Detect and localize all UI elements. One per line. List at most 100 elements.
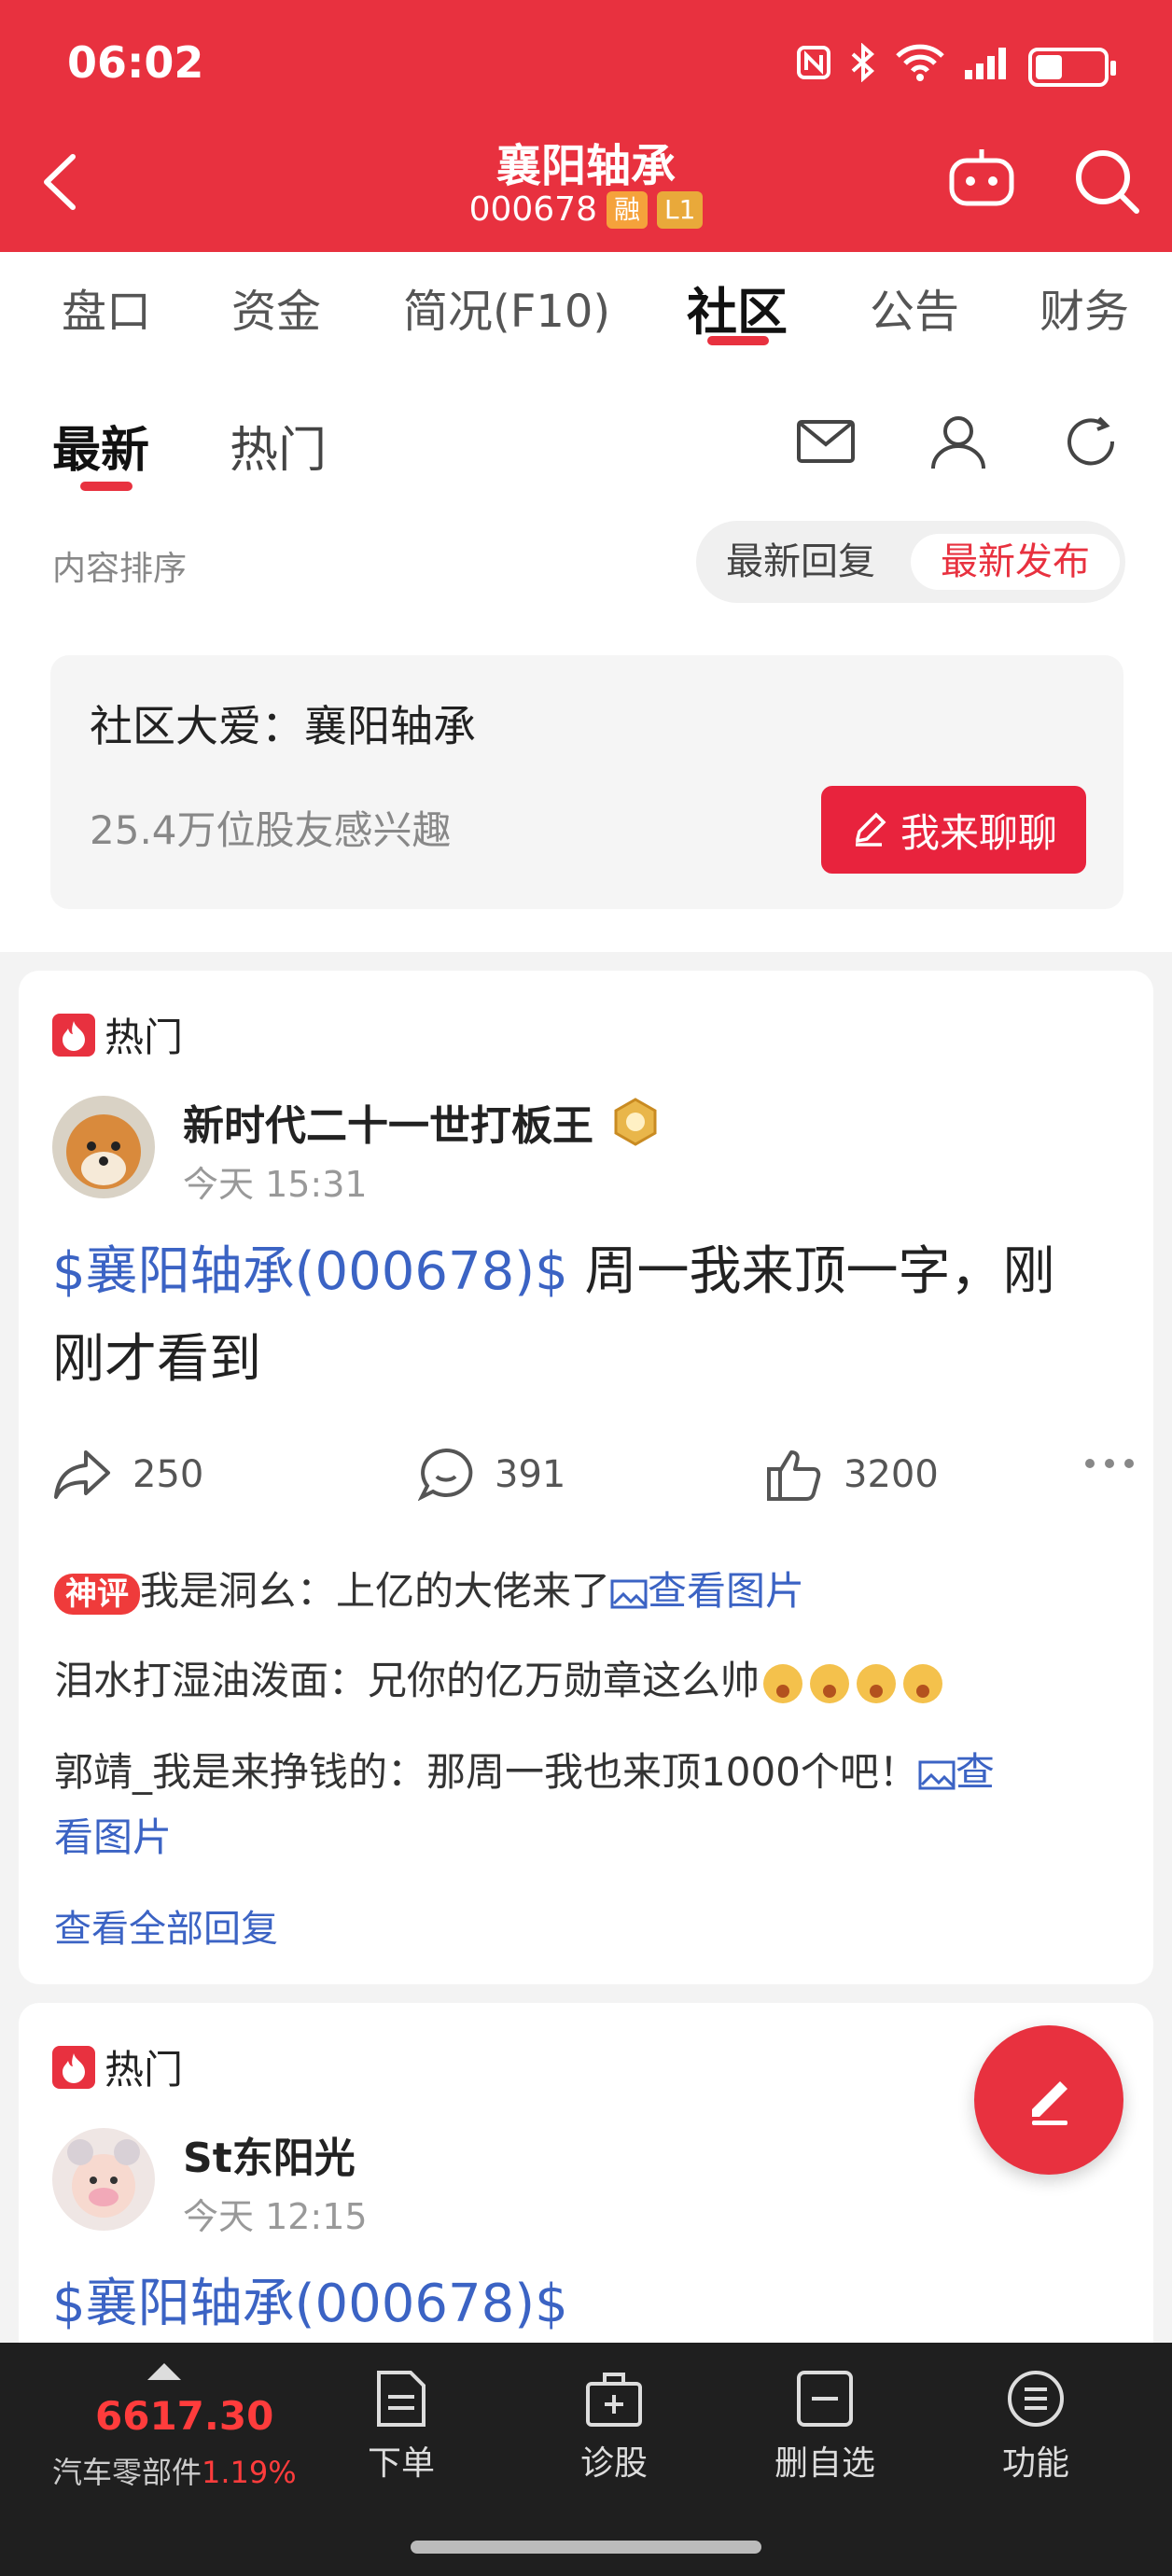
shiba-avatar-icon — [52, 1096, 155, 1198]
community-love-title: 社区大爱：襄阳轴承 — [90, 701, 476, 751]
section-tabs: 盘口 资金 简况(F10) 社区 公告 财务 — [0, 252, 1172, 364]
view-image-label-end: 看图片 — [54, 1814, 173, 1860]
level-badge: L1 — [657, 190, 704, 229]
chat-button-label: 我来聊聊 — [900, 809, 1057, 856]
tab-finance[interactable]: 财务 — [1039, 274, 1129, 340]
home-indicator[interactable] — [411, 2541, 761, 2554]
pencil-icon — [1032, 2081, 1067, 2125]
nfc-icon — [795, 44, 832, 90]
reply-user[interactable]: 我是洞幺 — [140, 1568, 297, 1614]
share-count: 250 — [133, 1453, 204, 1496]
comment-button[interactable]: 391 — [418, 1447, 565, 1503]
medal-icon — [614, 1098, 657, 1146]
mail-icon — [797, 420, 855, 463]
sort-toggle: 最新回复 最新发布 — [696, 521, 1125, 603]
sort-label: 内容排序 — [52, 550, 188, 588]
subtab-latest[interactable]: 最新 — [52, 411, 149, 481]
shocked-emoji-icon — [857, 1663, 897, 1703]
share-button[interactable]: 250 — [52, 1447, 203, 1503]
like-count: 3200 — [844, 1453, 939, 1496]
reply-text: ：上亿的大佬来了 — [297, 1568, 611, 1614]
flame-icon — [52, 2045, 95, 2089]
more-options-icon[interactable] — [1084, 1458, 1135, 1469]
nav-diagnose-label: 诊股 — [579, 2444, 648, 2483]
post-author[interactable]: St东阳光 — [183, 2124, 356, 2184]
reply-item[interactable]: 神评 我是洞幺：上亿的大佬来了 查看图片 — [54, 1559, 1127, 1624]
chat-button[interactable]: 我来聊聊 — [821, 786, 1086, 874]
bottom-bar: 6617.30 汽车零部件1.19% 下单 诊股 删自选 功能 — [0, 2343, 1172, 2576]
shocked-emoji-icon — [810, 1663, 850, 1703]
reply-text: ：兄你的亿万勋章这么帅 — [328, 1658, 760, 1703]
interest-count: 25.4万位股友感兴趣 — [90, 807, 452, 853]
subtab-hot[interactable]: 热门 — [230, 411, 327, 481]
nav-diagnose[interactable]: 诊股 — [539, 2369, 689, 2485]
community-love-card: 社区大爱：襄阳轴承 25.4万位股友感兴趣 我来聊聊 — [50, 655, 1123, 909]
post-author[interactable]: 新时代二十一世打板王 — [183, 1092, 661, 1152]
sort-latest-reply[interactable]: 最新回复 — [696, 534, 905, 590]
subtab-indicator — [80, 482, 133, 491]
reply-user[interactable]: 郭靖_我是来挣钱的 — [54, 1749, 387, 1795]
reply-item[interactable]: 泪水打湿油泼面：兄你的亿万勋章这么帅 — [54, 1648, 1127, 1714]
wifi-icon — [894, 43, 946, 91]
reply-item[interactable]: 郭靖_我是来挣钱的：那周一我也来顶1000个吧！ 查看图片 — [54, 1740, 1127, 1870]
sector-index-value[interactable]: 6617.30 — [95, 2393, 273, 2439]
post-content[interactable]: $襄阳轴承(000678)$ 周一我来顶一字，刚 刚才看到 — [52, 1228, 1125, 1404]
avatar[interactable] — [52, 2128, 155, 2231]
nav-order[interactable]: 下单 — [327, 2369, 476, 2485]
app-root: 06:02 襄阳轴承 000678 融 L1 盘口 资金 简况(F10) 社区 … — [0, 0, 1172, 2576]
view-all-replies-link[interactable]: 查看全部回复 — [54, 1898, 278, 1953]
post-text-line1: 周一我来顶一字，刚 — [567, 1241, 1055, 1302]
post-card[interactable]: 热门 新时代二十一世打板王 今天 15:31 $襄阳轴承(000678)$ 周一… — [19, 971, 1153, 1984]
post-time: 今天 15:31 — [183, 1164, 368, 1205]
like-button[interactable]: 3200 — [765, 1447, 939, 1503]
post-time: 今天 12:15 — [183, 2196, 368, 2237]
message-button[interactable] — [795, 411, 857, 472]
tab-announcement[interactable]: 公告 — [870, 274, 959, 340]
nav-functions-label: 功能 — [1001, 2444, 1069, 2483]
bluetooth-icon — [849, 42, 877, 91]
active-tab-indicator — [707, 336, 769, 345]
reply-user[interactable]: 泪水打湿油泼面 — [54, 1658, 328, 1703]
profile-button[interactable] — [928, 411, 989, 472]
user-icon — [931, 416, 985, 469]
refresh-button[interactable] — [1060, 411, 1122, 472]
pencil-icon — [855, 812, 886, 847]
search-button[interactable] — [1073, 147, 1140, 215]
view-image-label-start: 查 — [955, 1749, 995, 1795]
post-content[interactable]: $襄阳轴承(000678)$ — [52, 2261, 1125, 2348]
compose-post-button[interactable] — [974, 2025, 1123, 2175]
reply-text: ：那周一我也来顶1000个吧！ — [387, 1749, 918, 1795]
tab-community[interactable]: 社区 — [687, 271, 788, 344]
flame-icon — [52, 1013, 95, 1057]
stock-link[interactable]: $襄阳轴承(000678)$ — [52, 1241, 568, 1302]
author-name: 新时代二十一世打板王 — [183, 1102, 593, 1150]
tab-f10[interactable]: 简况(F10) — [403, 274, 610, 340]
robot-assistant-button[interactable] — [948, 147, 1015, 207]
status-icons — [795, 42, 1116, 91]
post-card[interactable]: 热门 St东阳光 今天 12:15 $襄阳轴承(000678)$ — [19, 2003, 1153, 2376]
sort-latest-publish[interactable]: 最新发布 — [911, 534, 1120, 590]
nav-order-label: 下单 — [367, 2444, 435, 2483]
nav-remove-label: 删自选 — [774, 2444, 875, 2483]
view-image-link[interactable]: 查看图片 — [610, 1568, 804, 1614]
hot-tag: 热门 — [52, 2038, 183, 2095]
battery-icon — [1028, 47, 1116, 87]
avatar[interactable] — [52, 1096, 155, 1198]
tab-zijin[interactable]: 资金 — [231, 274, 321, 340]
image-icon — [918, 1760, 956, 1789]
document-icon — [377, 2371, 426, 2427]
expand-arrow-icon[interactable] — [147, 2363, 181, 2380]
thumbs-up-icon — [767, 1450, 821, 1501]
shocked-emoji-icon — [763, 1663, 803, 1703]
tab-pankou[interactable]: 盘口 — [62, 274, 151, 340]
sector-name: 汽车零部件 — [52, 2455, 202, 2490]
stock-link[interactable]: $襄阳轴承(000678)$ — [52, 2274, 568, 2334]
hot-tag: 热门 — [52, 1006, 183, 1063]
search-icon — [1076, 150, 1139, 214]
author-name: St东阳光 — [183, 2135, 356, 2182]
nav-remove-watchlist[interactable]: 删自选 — [750, 2369, 900, 2485]
sector-index[interactable]: 汽车零部件1.19% — [52, 2449, 297, 2492]
comment-icon — [418, 1448, 473, 1502]
nav-functions[interactable]: 功能 — [961, 2369, 1110, 2485]
sector-change: 1.19% — [202, 2455, 297, 2490]
